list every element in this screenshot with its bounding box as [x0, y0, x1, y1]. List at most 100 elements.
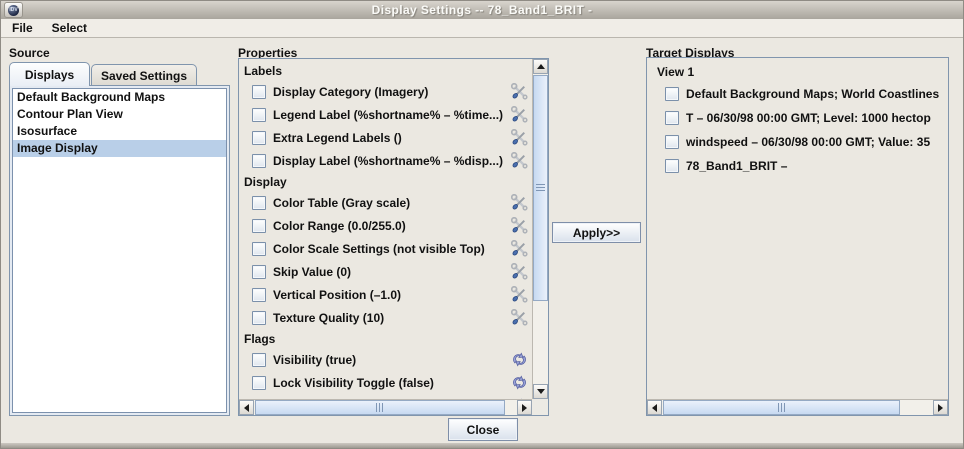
property-row-color-scale-settings: Color Scale Settings (not visible Top) — [239, 237, 532, 260]
properties-horizontal-scrollbar[interactable] — [239, 399, 532, 415]
group-header-display: Display — [239, 172, 532, 191]
properties-scrollpane: Labels Display Category (Imagery) Legend… — [238, 58, 549, 416]
triangle-left-icon — [652, 404, 657, 412]
list-item-isosurface[interactable]: Isosurface — [13, 123, 226, 140]
property-label: Vertical Position (–1.0) — [273, 288, 401, 302]
property-label: Extra Legend Labels () — [273, 131, 402, 145]
properties-list: Labels Display Category (Imagery) Legend… — [239, 59, 532, 399]
checkbox[interactable] — [252, 353, 266, 367]
checkbox[interactable] — [252, 311, 266, 325]
tab-displays[interactable]: Displays — [9, 62, 90, 86]
menu-file[interactable]: File — [10, 20, 35, 36]
menu-bar: File Select — [1, 19, 963, 38]
window-title: Display Settings -- 78_Band1_BRIT - — [1, 3, 963, 17]
checkbox[interactable] — [252, 154, 266, 168]
list-item-default-background-maps[interactable]: Default Background Maps — [13, 89, 226, 106]
list-item-contour-plan-view[interactable]: Contour Plan View — [13, 106, 226, 123]
display-settings-window: IDV Display Settings -- 78_Band1_BRIT - … — [0, 0, 964, 449]
property-row-display-category: Display Category (Imagery) — [239, 80, 532, 103]
scroll-down-button[interactable] — [533, 384, 548, 399]
checkbox[interactable] — [665, 87, 679, 101]
horizontal-scrollbar-thumb[interactable] — [663, 400, 900, 415]
scroll-left-button[interactable] — [239, 400, 254, 415]
close-button-label: Close — [467, 423, 500, 437]
target-row-label: windspeed – 06/30/98 00:00 GMT; Value: 3… — [686, 135, 930, 149]
tab-saved-settings[interactable]: Saved Settings — [91, 64, 197, 86]
title-bar[interactable]: IDV Display Settings -- 78_Band1_BRIT - — [1, 1, 963, 19]
scrollbar-corner — [532, 399, 548, 415]
property-row-skip-value: Skip Value (0) — [239, 260, 532, 283]
tools-icon[interactable] — [511, 129, 528, 146]
apply-button[interactable]: Apply>> — [552, 222, 641, 243]
tools-icon[interactable] — [511, 152, 528, 169]
list-item-image-display[interactable]: Image Display — [13, 140, 226, 157]
view-1-label: View 1 — [647, 58, 948, 82]
triangle-right-icon — [522, 404, 527, 412]
property-label: Lock Visibility Toggle (false) — [273, 376, 434, 390]
checkbox[interactable] — [252, 265, 266, 279]
checkbox[interactable] — [252, 131, 266, 145]
tools-icon[interactable] — [511, 240, 528, 257]
property-label: Color Scale Settings (not visible Top) — [273, 242, 485, 256]
property-row-legend-label: Legend Label (%shortname% – %time...) — [239, 103, 532, 126]
group-header-flags: Flags — [239, 329, 532, 348]
checkbox[interactable] — [665, 159, 679, 173]
group-header-labels: Labels — [239, 61, 532, 80]
properties-vertical-scrollbar[interactable] — [532, 59, 548, 399]
thumb-grip-icon — [536, 184, 545, 192]
thumb-grip-icon — [778, 403, 786, 412]
window-menu-button[interactable]: IDV — [4, 2, 23, 18]
cycle-icon[interactable] — [511, 351, 528, 368]
target-row-label: Default Background Maps; World Coastline… — [686, 87, 939, 101]
property-label: Display Category (Imagery) — [273, 85, 428, 99]
horizontal-scrollbar-thumb[interactable] — [255, 400, 505, 415]
property-row-color-table: Color Table (Gray scale) — [239, 191, 532, 214]
group-header-text: Flags — [244, 332, 275, 346]
scroll-right-button[interactable] — [933, 400, 948, 415]
property-row-visibility: Visibility (true) — [239, 348, 532, 371]
menu-select[interactable]: Select — [50, 20, 89, 36]
checkbox[interactable] — [252, 196, 266, 210]
tools-icon[interactable] — [511, 83, 528, 100]
vertical-scrollbar-thumb[interactable] — [533, 75, 548, 301]
property-label: Skip Value (0) — [273, 265, 351, 279]
scroll-left-button[interactable] — [647, 400, 662, 415]
group-header-text: Labels — [244, 64, 282, 78]
property-row-extra-legend-labels: Extra Legend Labels () — [239, 126, 532, 149]
checkbox[interactable] — [252, 288, 266, 302]
target-row-label: 78_Band1_BRIT – — [686, 159, 787, 173]
target-row-t-field: T – 06/30/98 00:00 GMT; Level: 1000 hect… — [665, 106, 948, 130]
property-row-vertical-position: Vertical Position (–1.0) — [239, 283, 532, 306]
checkbox[interactable] — [252, 85, 266, 99]
triangle-down-icon — [537, 389, 545, 394]
apply-button-label: Apply>> — [573, 226, 620, 240]
source-label: Source — [9, 46, 50, 60]
property-label: Color Table (Gray scale) — [273, 196, 410, 210]
checkbox[interactable] — [252, 242, 266, 256]
checkbox[interactable] — [665, 111, 679, 125]
scroll-up-button[interactable] — [533, 59, 548, 74]
scroll-right-button[interactable] — [517, 400, 532, 415]
cycle-icon[interactable] — [511, 374, 528, 391]
checkbox[interactable] — [252, 219, 266, 233]
property-label: Color Range (0.0/255.0) — [273, 219, 406, 233]
checkbox[interactable] — [665, 135, 679, 149]
target-row-default-background-maps: Default Background Maps; World Coastline… — [665, 82, 948, 106]
checkbox[interactable] — [252, 108, 266, 122]
checkbox[interactable] — [252, 376, 266, 390]
tools-icon[interactable] — [511, 106, 528, 123]
tab-displays-label: Displays — [25, 68, 74, 82]
tab-saved-settings-label: Saved Settings — [101, 69, 187, 83]
thumb-grip-icon — [376, 403, 384, 412]
property-label: Texture Quality (10) — [273, 311, 384, 325]
idv-logo-icon: IDV — [8, 5, 19, 16]
triangle-left-icon — [244, 404, 249, 412]
close-button[interactable]: Close — [448, 418, 518, 441]
tools-icon[interactable] — [511, 194, 528, 211]
tools-icon[interactable] — [511, 263, 528, 280]
group-header-text: Display — [244, 175, 287, 189]
tools-icon[interactable] — [511, 286, 528, 303]
target-horizontal-scrollbar[interactable] — [647, 399, 948, 415]
tools-icon[interactable] — [511, 217, 528, 234]
tools-icon[interactable] — [511, 309, 528, 326]
